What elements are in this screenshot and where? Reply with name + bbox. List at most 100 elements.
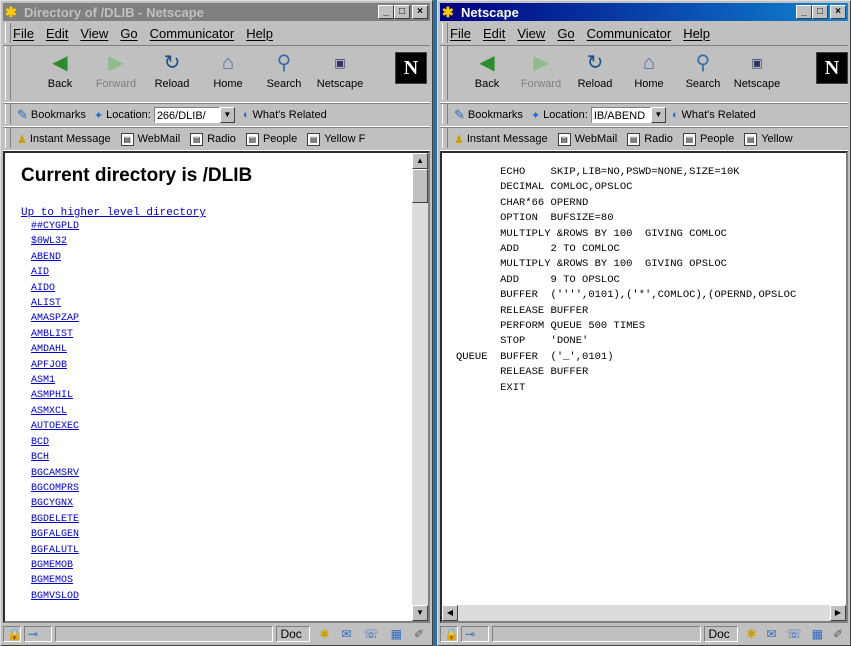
security-icon[interactable]: 🔒	[3, 626, 22, 642]
minimize-button[interactable]: _	[378, 5, 394, 19]
scroll-left-button[interactable]: ◀	[442, 605, 458, 621]
directory-entry-link[interactable]: BGCOMPRS	[31, 481, 412, 496]
directory-entry-link[interactable]: BGCYGNX	[31, 496, 412, 511]
directory-entry-link[interactable]: BGMVSLOD	[31, 589, 412, 604]
bookmarks-button[interactable]: ✎ Bookmarks	[454, 107, 523, 123]
menu-view[interactable]: View	[517, 26, 545, 41]
directory-entry-link[interactable]: ABEND	[31, 250, 412, 265]
right-title-bar[interactable]: ✱ Netscape _ □ ×	[440, 3, 848, 21]
security-icon[interactable]: 🔒	[440, 626, 459, 642]
location-dropdown-button[interactable]: ▼	[650, 107, 666, 123]
directory-entry-link[interactable]: APFJOB	[31, 358, 412, 373]
scroll-up-button[interactable]: ▲	[412, 153, 428, 169]
menu-view[interactable]: View	[80, 26, 108, 41]
directory-entry-link[interactable]: BGMEMOS	[31, 573, 412, 588]
forward-button[interactable]: ▶ Forward	[89, 48, 143, 98]
instant-message-button[interactable]: ♟ Instant Message	[17, 133, 111, 146]
menu-file[interactable]: File	[450, 26, 471, 41]
scroll-right-button[interactable]: ▶	[830, 605, 846, 621]
mail-icon[interactable]: ✉	[767, 627, 777, 641]
toolbar-grip[interactable]	[5, 23, 11, 43]
directory-entry-link[interactable]: ##CYGPLD	[31, 219, 412, 234]
toolbar-grip[interactable]	[442, 23, 448, 43]
close-button[interactable]: ×	[830, 5, 846, 19]
menu-go[interactable]: Go	[557, 26, 574, 41]
home-button[interactable]: ⌂ Home	[201, 48, 255, 98]
search-button[interactable]: ⚲ Search	[257, 48, 311, 98]
menu-edit[interactable]: Edit	[483, 26, 505, 41]
edit-icon[interactable]: ✐	[833, 627, 843, 641]
yellow-pages-button[interactable]: ▤ Yellow	[744, 132, 793, 146]
directory-entry-link[interactable]: BGMEMOB	[31, 558, 412, 573]
maximize-button[interactable]: □	[394, 5, 410, 19]
netscape-logo[interactable]: N	[816, 52, 848, 84]
toolbar-grip[interactable]	[442, 128, 448, 148]
directory-entry-link[interactable]: AMDAHL	[31, 342, 412, 357]
reload-button[interactable]: ↻ Reload	[568, 48, 622, 98]
toolbar-grip[interactable]	[5, 46, 11, 100]
location-input[interactable]: IB/ABEND	[590, 107, 651, 123]
directory-entry-link[interactable]: ALIST	[31, 296, 412, 311]
directory-entry-link[interactable]: ASMXCL	[31, 404, 412, 419]
whats-related-button[interactable]: What's Related	[681, 109, 755, 121]
directory-entry-link[interactable]: AMASPZAP	[31, 311, 412, 326]
bookmarks-button[interactable]: ✎ Bookmarks	[17, 107, 86, 123]
people-button[interactable]: ▤ People	[245, 132, 297, 146]
directory-entry-link[interactable]: AUTOEXEC	[31, 419, 412, 434]
my-netscape-button[interactable]: ▣ Netscape	[730, 48, 784, 98]
reload-button[interactable]: ↻ Reload	[145, 48, 199, 98]
left-title-bar[interactable]: ✱ Directory of /DLIB - Netscape _ □ ×	[3, 3, 430, 21]
toolbar-grip[interactable]	[442, 104, 448, 124]
directory-entry-link[interactable]: $0WL32	[31, 234, 412, 249]
edit-icon[interactable]: ✐	[414, 627, 424, 641]
maximize-button[interactable]: □	[812, 5, 828, 19]
directory-entry-link[interactable]: BGFALGEN	[31, 527, 412, 542]
menu-file[interactable]: File	[13, 26, 34, 41]
directory-entry-link[interactable]: BCH	[31, 450, 412, 465]
directory-entry-link[interactable]: BCD	[31, 435, 412, 450]
discussion-icon[interactable]: ☏	[787, 627, 802, 641]
directory-entry-link[interactable]: BGFALUTL	[31, 543, 412, 558]
discussion-icon[interactable]: ☏	[364, 627, 379, 641]
scroll-down-button[interactable]: ▼	[412, 605, 428, 621]
navigator-icon[interactable]: ✱	[746, 627, 756, 641]
minimize-button[interactable]: _	[796, 5, 812, 19]
whats-related-button[interactable]: What's Related	[252, 109, 326, 121]
directory-entry-link[interactable]: BGCAMSRV	[31, 466, 412, 481]
my-netscape-button[interactable]: ▣ Netscape	[313, 48, 367, 98]
menu-communicator[interactable]: Communicator	[150, 26, 235, 41]
directory-entry-link[interactable]: AIDO	[31, 281, 412, 296]
back-button[interactable]: ◀ Back	[33, 48, 87, 98]
webmail-button[interactable]: ▤ WebMail	[120, 132, 180, 146]
scroll-thumb[interactable]	[412, 169, 428, 203]
menu-communicator[interactable]: Communicator	[587, 26, 672, 41]
composer-icon[interactable]: ▦	[391, 627, 402, 641]
menu-help[interactable]: Help	[246, 26, 273, 41]
menu-go[interactable]: Go	[120, 26, 137, 41]
parent-directory-link[interactable]: Up to higher level directory	[21, 207, 412, 219]
yellow-pages-button[interactable]: ▤ Yellow F	[307, 132, 365, 146]
location-dropdown-button[interactable]: ▼	[219, 107, 235, 123]
webmail-button[interactable]: ▤ WebMail	[557, 132, 617, 146]
directory-entry-link[interactable]: AMBLIST	[31, 327, 412, 342]
close-button[interactable]: ×	[412, 5, 428, 19]
radio-button[interactable]: ▤ Radio	[190, 132, 236, 146]
directory-entry-link[interactable]: AID	[31, 265, 412, 280]
toolbar-grip[interactable]	[442, 46, 448, 100]
directory-entry-link[interactable]: BGDELETE	[31, 512, 412, 527]
search-button[interactable]: ⚲ Search	[676, 48, 730, 98]
home-button[interactable]: ⌂ Home	[622, 48, 676, 98]
composer-icon[interactable]: ▦	[812, 627, 823, 641]
instant-message-button[interactable]: ♟ Instant Message	[454, 133, 548, 146]
radio-button[interactable]: ▤ Radio	[627, 132, 673, 146]
people-button[interactable]: ▤ People	[682, 132, 734, 146]
mail-icon[interactable]: ✉	[342, 627, 352, 641]
toolbar-grip[interactable]	[5, 128, 11, 148]
navigator-icon[interactable]: ✱	[319, 627, 329, 641]
location-input[interactable]: 266/DLIB/	[153, 107, 220, 123]
directory-entry-link[interactable]: ASM1	[31, 373, 412, 388]
netscape-logo[interactable]: N	[395, 52, 427, 84]
directory-entry-link[interactable]: ASMPHIL	[31, 388, 412, 403]
back-button[interactable]: ◀ Back	[460, 48, 514, 98]
vertical-scrollbar[interactable]: ▲ ▼	[412, 153, 428, 621]
